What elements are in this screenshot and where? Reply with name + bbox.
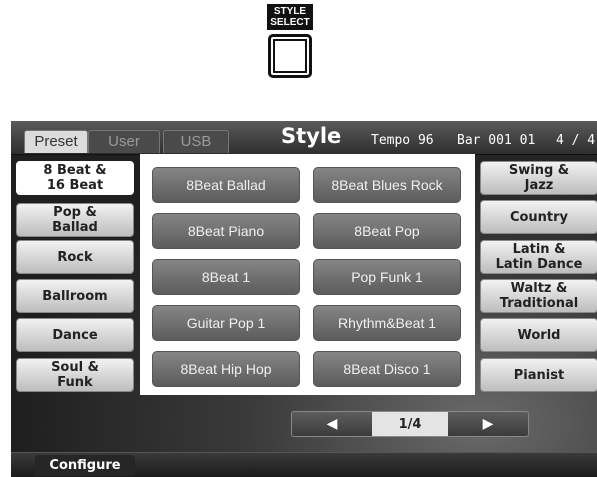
category-label: Rock	[57, 249, 93, 265]
page-indicator: 1/4	[372, 412, 448, 436]
style-screen: Preset User USB Style Tempo 96 Bar 001 0…	[11, 121, 597, 477]
category-swing-jazz[interactable]: Swing & Jazz	[480, 161, 597, 195]
category-label: Pop & Ballad	[52, 205, 98, 235]
style-item[interactable]: 8Beat 1	[152, 259, 300, 295]
category-label: Ballroom	[42, 288, 108, 304]
style-item[interactable]: Guitar Pop 1	[152, 305, 300, 341]
category-pianist[interactable]: Pianist	[480, 358, 597, 392]
style-item[interactable]: 8Beat Hip Hop	[152, 351, 300, 387]
category-label: Soul & Funk	[51, 360, 99, 390]
right-arrow-icon: ▶	[482, 416, 494, 432]
time-signature: 4 / 4	[556, 133, 596, 148]
style-select-button[interactable]	[268, 34, 312, 78]
style-select-hardware: STYLE SELECT	[262, 4, 318, 78]
style-item[interactable]: 8Beat Piano	[152, 213, 300, 249]
category-pop-ballad[interactable]: Pop & Ballad	[16, 203, 134, 237]
category-label: Latin & Latin Dance	[495, 242, 583, 272]
category-latin[interactable]: Latin & Latin Dance	[480, 240, 597, 274]
style-item[interactable]: Rhythm&Beat 1	[313, 305, 461, 341]
category-dance[interactable]: Dance	[16, 318, 134, 352]
tab-usb[interactable]: USB	[163, 130, 229, 153]
tempo-display: Tempo 96	[371, 133, 434, 148]
category-8beat-16beat[interactable]: 8 Beat & 16 Beat	[16, 161, 134, 195]
page-navigator: ◀ 1/4 ▶	[291, 411, 529, 437]
label-line-2: SELECT	[270, 17, 310, 28]
category-label: Pianist	[513, 367, 565, 383]
category-label: Waltz & Traditional	[499, 281, 579, 311]
category-waltz-traditional[interactable]: Waltz & Traditional	[480, 279, 597, 313]
category-label: 8 Beat & 16 Beat	[43, 163, 107, 193]
bar-display: Bar 001 01	[457, 133, 536, 148]
category-world[interactable]: World	[480, 318, 597, 352]
style-item[interactable]: 8Beat Disco 1	[313, 351, 461, 387]
bottom-bar: Configure	[11, 452, 597, 477]
style-select-label: STYLE SELECT	[267, 4, 313, 30]
label-line-1: STYLE	[273, 6, 307, 17]
category-label: Dance	[52, 327, 98, 343]
category-ballroom[interactable]: Ballroom	[16, 279, 134, 313]
style-item[interactable]: 8Beat Ballad	[152, 167, 300, 203]
category-rock[interactable]: Rock	[16, 240, 134, 274]
style-item[interactable]: Pop Funk 1	[313, 259, 461, 295]
category-country[interactable]: Country	[480, 200, 597, 234]
page-title: Style	[281, 124, 342, 148]
top-bar: Preset User USB Style Tempo 96 Bar 001 0…	[11, 121, 597, 155]
category-label: World	[517, 327, 561, 343]
left-arrow-icon: ◀	[326, 416, 338, 432]
next-page-button[interactable]: ▶	[458, 412, 518, 436]
tab-user[interactable]: User	[88, 130, 160, 153]
configure-button[interactable]: Configure	[35, 455, 135, 476]
prev-page-button[interactable]: ◀	[302, 412, 362, 436]
category-label: Country	[509, 209, 569, 225]
tab-preset[interactable]: Preset	[24, 130, 88, 153]
category-label: Swing & Jazz	[508, 163, 570, 193]
style-list-panel: 8Beat Ballad 8Beat Blues Rock 8Beat Pian…	[140, 154, 475, 395]
style-item[interactable]: 8Beat Blues Rock	[313, 167, 461, 203]
category-soul-funk[interactable]: Soul & Funk	[16, 358, 134, 392]
style-item[interactable]: 8Beat Pop	[313, 213, 461, 249]
